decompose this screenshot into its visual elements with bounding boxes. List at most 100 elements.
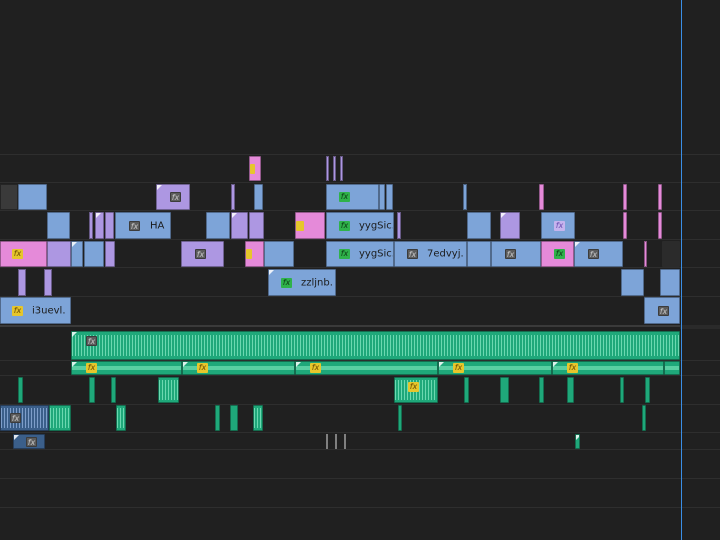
audio-clip[interactable] [398, 405, 402, 431]
audio-clip[interactable] [500, 377, 509, 403]
video-clip[interactable] [231, 212, 248, 239]
fx-badge [246, 249, 252, 259]
video-clip[interactable] [623, 212, 627, 239]
video-clip[interactable] [467, 212, 491, 239]
audio-clip[interactable]: fx [0, 405, 49, 431]
video-clip[interactable] [658, 184, 662, 210]
video-clip[interactable] [658, 212, 662, 239]
audio-clip[interactable] [335, 434, 337, 449]
video-clip[interactable]: fx zzljnb. [268, 269, 336, 296]
video-clip[interactable] [500, 212, 520, 239]
audio-clip[interactable] [230, 405, 238, 431]
video-clip[interactable] [621, 269, 644, 296]
video-clip[interactable]: fx [644, 297, 680, 324]
audio-clip[interactable] [215, 405, 220, 431]
audio-clip[interactable]: fx [295, 361, 438, 375]
audio-clip[interactable] [464, 377, 469, 403]
video-clip[interactable] [105, 212, 114, 239]
video-audio-divider[interactable] [0, 325, 720, 327]
audio-clip[interactable] [567, 377, 574, 403]
video-clip[interactable] [386, 184, 393, 210]
video-clip[interactable]: fx [181, 241, 224, 267]
video-clip[interactable]: fx [491, 241, 541, 267]
audio-clip[interactable] [344, 434, 346, 449]
video-clip[interactable] [84, 241, 104, 267]
video-clip[interactable] [105, 241, 115, 267]
fx-badge: fx [554, 220, 565, 231]
audio-clip[interactable] [642, 405, 646, 431]
audio-clip[interactable] [253, 405, 263, 431]
fx-badge: fx [407, 249, 418, 259]
video-clip[interactable] [264, 241, 294, 267]
audio-clip[interactable] [116, 405, 126, 431]
video-clip[interactable] [644, 241, 647, 267]
video-clip[interactable] [463, 184, 467, 210]
fx-badge: fx [408, 382, 419, 392]
video-clip[interactable] [379, 184, 385, 210]
audio-clip[interactable] [620, 377, 624, 403]
audio-clip[interactable] [111, 377, 116, 403]
video-clip[interactable] [333, 156, 336, 181]
audio-clip[interactable]: fx [13, 434, 45, 449]
video-clip[interactable] [44, 269, 52, 296]
video-clip[interactable]: fx [541, 241, 574, 267]
video-clip[interactable] [295, 212, 325, 239]
video-clip[interactable]: fx [0, 241, 47, 267]
track-divider [0, 210, 720, 211]
audio-clip[interactable] [575, 434, 580, 449]
audio-clip[interactable]: fx [438, 361, 552, 375]
video-clip[interactable]: fx 7edvyj. [394, 241, 467, 267]
video-clip [0, 184, 18, 210]
video-clip[interactable] [467, 241, 491, 267]
keyframe-marker [439, 362, 444, 367]
audio-clip[interactable] [326, 434, 328, 449]
video-clip[interactable] [206, 212, 230, 239]
audio-clip[interactable] [49, 405, 71, 431]
video-clip[interactable] [254, 184, 263, 210]
audio-clip[interactable] [158, 377, 179, 403]
video-clip[interactable] [47, 241, 71, 267]
audio-clip[interactable] [664, 361, 680, 375]
audio-clip[interactable]: fx [71, 361, 182, 375]
playhead[interactable] [681, 0, 682, 540]
video-clip[interactable] [340, 156, 343, 181]
audio-clip[interactable]: fx [394, 377, 438, 403]
video-clip[interactable]: fx [326, 184, 379, 210]
audio-clip[interactable]: fx [552, 361, 664, 375]
audio-clip[interactable]: fx [71, 331, 680, 360]
video-clip[interactable] [623, 184, 627, 210]
sequence-end-shade [680, 325, 720, 329]
video-clip[interactable]: fx [156, 184, 190, 210]
fx-badge: fx [12, 305, 23, 316]
video-clip[interactable]: fx i3uevl. [0, 297, 71, 324]
audio-clip[interactable] [89, 377, 95, 403]
fx-badge: fx [339, 249, 350, 259]
video-clip[interactable]: fx yygSic. [326, 212, 394, 239]
video-clip[interactable]: fx [574, 241, 623, 267]
waveform [254, 408, 262, 428]
video-clip[interactable] [539, 184, 544, 210]
audio-clip[interactable] [18, 377, 23, 403]
video-clip[interactable] [71, 241, 83, 267]
audio-clip[interactable] [645, 377, 650, 403]
video-clip[interactable]: fx yygSic. [326, 241, 394, 267]
video-clip[interactable] [89, 212, 93, 239]
video-clip[interactable] [660, 269, 680, 296]
video-clip[interactable] [18, 184, 47, 210]
video-clip[interactable] [249, 212, 264, 239]
video-clip[interactable] [245, 241, 264, 267]
video-clip[interactable]: fx HA [115, 212, 171, 239]
video-clip[interactable] [47, 212, 70, 239]
audio-clip[interactable]: fx [182, 361, 295, 375]
track-divider [0, 478, 720, 479]
video-clip[interactable] [249, 156, 261, 181]
video-clip[interactable] [95, 212, 104, 239]
keyframe-marker [157, 185, 162, 190]
video-clip[interactable] [326, 156, 329, 181]
video-clip[interactable]: fx [541, 212, 575, 239]
video-clip[interactable] [397, 212, 401, 239]
audio-clip[interactable] [539, 377, 544, 403]
video-clip[interactable] [231, 184, 235, 210]
video-clip[interactable] [18, 269, 26, 296]
timeline-panel[interactable]: fx fx fx HA fx yygSic. fx fx fx fx yygSic. … [0, 0, 720, 540]
